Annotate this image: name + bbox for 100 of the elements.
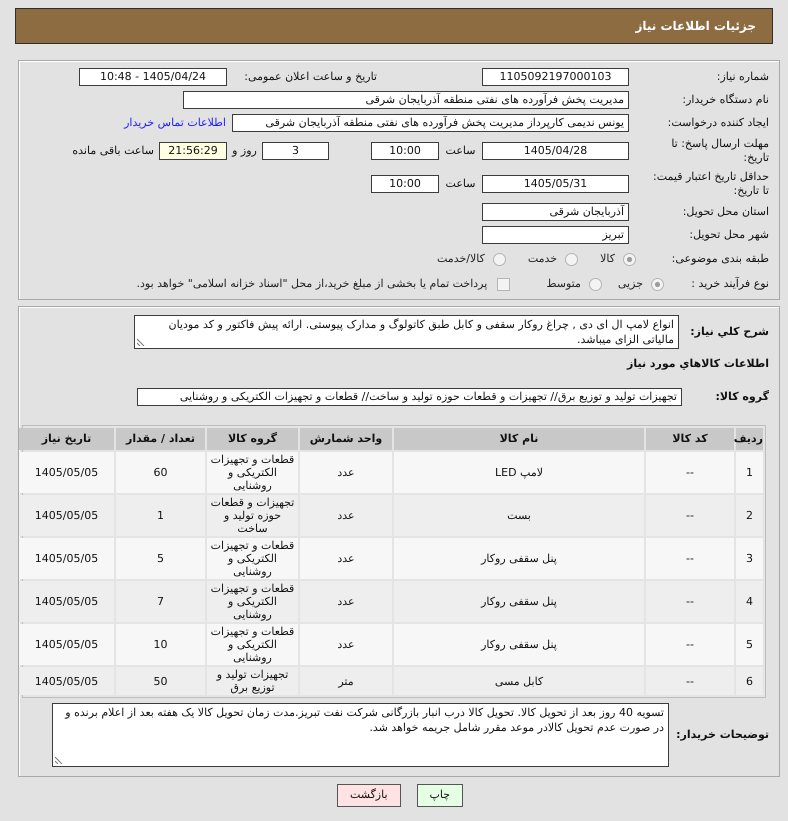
field-label: ساعت <box>446 144 476 158</box>
field-label: تاریخ و ساعت اعلان عمومی: <box>244 70 377 84</box>
table-cell: -- <box>646 538 734 579</box>
goods-group-field[interactable]: تجهیزات تولید و توزیع برق// تجهیزات و قطعات حوزه تولید و ساخت// قطعات و تجهیزات الکتریکی و روشنایی <box>137 388 682 406</box>
table-cell: متر <box>300 667 392 695</box>
table-cell: تجهیزات تولید و توزیع برق <box>207 667 298 695</box>
buyer-contact-link[interactable]: اطلاعات تماس خریدار <box>124 114 226 132</box>
field-label: استان محل تحویل: <box>682 205 769 219</box>
field-label: ساعت <box>446 177 476 191</box>
table-cell: پنل سقفی روکار <box>394 624 644 665</box>
table-cell: عدد <box>300 624 392 665</box>
table-cell: 1 <box>736 452 763 493</box>
table-cell: عدد <box>300 495 392 536</box>
table-cell: لامپ LED <box>394 452 644 493</box>
buyer-org-field[interactable]: مدیریت پخش فرآورده های نفتی منطقه آذربایجان شرقی <box>183 91 629 109</box>
creator-field[interactable]: یونس ندیمی کارپرداز مدیریت پخش فرآورده های نفتی منطقه آذربایجان شرقی <box>232 114 629 132</box>
table-cell: تجهیزات و قطعات حوزه تولید و ساخت <box>207 495 298 536</box>
table-cell: 1405/05/05 <box>19 495 114 536</box>
table-cell: 10 <box>116 624 205 665</box>
table-cell: پنل سقفی روکار <box>394 538 644 579</box>
table-cell: 6 <box>736 667 763 695</box>
column-header: نام کالا <box>394 428 644 450</box>
table-cell: کابل مسی <box>394 667 644 695</box>
announce-date-field[interactable]: 1405/04/24 - 10:48 <box>79 68 227 86</box>
column-header: ردیف <box>736 428 763 450</box>
field-text: تسویه 40 روز بعد از تحویل کالا. تحویل کالا درب انبار بازرگانی شرکت نفت تبریز.مدت زمان تحویل کالا یک هفته بعد از اعلام برنده و در صورت عدم تحویل کالادر موعد مقرر شامل جریمه خواهد شد. <box>65 705 664 735</box>
table-cell: عدد <box>300 538 392 579</box>
table-cell: 60 <box>116 452 205 493</box>
description-field[interactable]: انواع لامپ ال ای دی , چراغ روکار سقفی و کابل طبق کاتولوگ و مدارک پیوستی. ارائه پیش فاکتور و کد مودیان مالیاتی الزای میباشد. <box>134 315 679 349</box>
table-cell: 3 <box>736 538 763 579</box>
radio-label: کالا <box>600 250 615 267</box>
action-button[interactable]: بازگشت <box>336 784 401 807</box>
table-cell: 1405/05/05 <box>19 624 114 665</box>
checkbox[interactable] <box>497 278 510 290</box>
field-label: طبقه بندی موضوعی: <box>672 252 769 266</box>
table-cell: 5 <box>736 624 763 665</box>
deadline-time-field[interactable]: 10:00 <box>371 142 439 160</box>
days-field[interactable]: 3 <box>262 142 329 160</box>
table-cell: 50 <box>116 667 205 695</box>
table-cell: 1 <box>116 495 205 536</box>
table-cell: -- <box>646 452 734 493</box>
field-label: شماره نیاز: <box>716 70 769 84</box>
table-cell: 7 <box>116 581 205 622</box>
radio-button[interactable] <box>492 252 506 266</box>
field-label: ساعت باقی مانده <box>72 144 154 158</box>
price-validity-time-field[interactable]: 10:00 <box>371 175 439 193</box>
field-label: مهلت ارسال پاسخ: تا تاریخ: <box>670 137 769 165</box>
table-cell: قطعات و تجهیزات الکتریکی و روشنایی <box>207 581 298 622</box>
radio-label: متوسط <box>546 276 581 292</box>
field-label: گروه کالا: <box>715 390 769 404</box>
column-header: گروه کالا <box>207 428 298 450</box>
deadline-date-field[interactable]: 1405/04/28 <box>482 142 629 160</box>
table-cell: 1405/05/05 <box>19 667 114 695</box>
table-cell: قطعات و تجهیزات الکتریکی و روشنایی <box>207 538 298 579</box>
table-cell: پنل سقفی روکار <box>394 581 644 622</box>
table-cell: عدد <box>300 581 392 622</box>
field-text: انواع لامپ ال ای دی , چراغ روکار سقفی و کابل طبق کاتولوگ و مدارک پیوستی. ارائه پیش فاکتور و کد مودیان مالیاتی الزای میباشد. <box>167 317 674 347</box>
table-cell: -- <box>646 581 734 622</box>
city-field[interactable]: تبریز <box>482 226 629 244</box>
field-label: نوع فرآیند خرید : <box>691 277 769 291</box>
resize-grip-icon[interactable] <box>55 756 63 764</box>
table-cell: بست <box>394 495 644 536</box>
table-cell: عدد <box>300 452 392 493</box>
table-cell: 1405/05/05 <box>19 538 114 579</box>
table-cell: 1405/05/05 <box>19 452 114 493</box>
radio-button[interactable] <box>565 252 578 266</box>
need-number-field[interactable]: 1105092197000103 <box>482 68 629 86</box>
field-label: شهر محل تحویل: <box>689 228 769 242</box>
column-header: تعداد / مقدار <box>116 428 205 450</box>
radio-label: جزیی <box>618 276 643 292</box>
field-label: ایجاد کننده درخواست: <box>668 116 769 130</box>
table-cell: -- <box>646 667 734 695</box>
table-cell: -- <box>646 495 734 536</box>
radio-label: کالا/خدمت <box>437 250 485 267</box>
table-cell: قطعات و تجهیزات الکتریکی و روشنایی <box>207 624 298 665</box>
field-label: شرح کلي نیاز: <box>690 325 769 339</box>
resize-grip-icon[interactable] <box>137 338 145 346</box>
table-cell: 5 <box>116 538 205 579</box>
table-cell: قطعات و تجهیزات الکتریکی و روشنایی <box>207 452 298 493</box>
radio-button[interactable] <box>588 278 602 290</box>
remaining-time-field[interactable]: 21:56:29 <box>159 142 227 160</box>
radio-button[interactable] <box>623 252 636 266</box>
price-validity-date-field[interactable]: 1405/05/31 <box>482 175 629 193</box>
buyer-notes-field[interactable]: تسویه 40 روز بعد از تحویل کالا. تحویل کالا درب انبار بازرگانی شرکت نفت تبریز.مدت زمان تحویل کالا یک هفته بعد از اعلام برنده و در صورت عدم تحویل کالادر موعد مقرر شامل جریمه خواهد شد. <box>52 703 669 767</box>
field-label: حداقل تاریخ اعتبار قیمت: تا تاریخ: <box>652 170 769 198</box>
table-cell: 4 <box>736 581 763 622</box>
column-header: تاریخ نیاز <box>19 428 114 450</box>
action-button[interactable]: چاپ <box>416 784 464 807</box>
table-cell: 2 <box>736 495 763 536</box>
province-field[interactable]: آذربایجان شرقی <box>482 203 629 221</box>
checkbox-label: پرداخت تمام یا بخشی از مبلغ خرید،از محل "اسناد خزانه اسلامی" خواهد بود. <box>136 276 488 292</box>
page-title: جزئیات اطلاعات نیاز <box>635 18 756 35</box>
table-cell: -- <box>646 624 734 665</box>
field-label: روز و <box>232 144 257 158</box>
radio-label: خدمت <box>528 250 558 267</box>
field-label: نام دستگاه خریدار: <box>682 93 769 107</box>
table-cell: 1405/05/05 <box>19 581 114 622</box>
radio-button[interactable] <box>651 278 664 290</box>
column-header: واحد شمارش <box>300 428 392 450</box>
column-header: کد کالا <box>646 428 734 450</box>
